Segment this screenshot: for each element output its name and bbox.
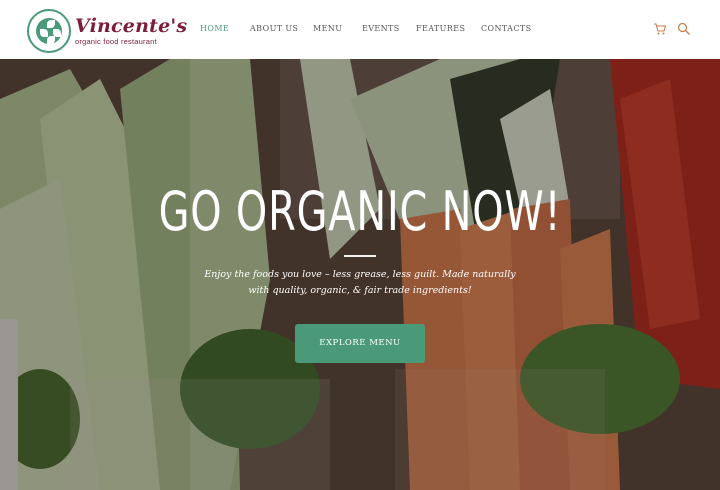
nav-menu[interactable]: MENU [313, 24, 342, 33]
logo-seal-icon [27, 9, 71, 53]
site-header: Vincente's organic food restaurant HOME … [0, 0, 720, 59]
hero-description-line-1: Enjoy the foods you love – less grease, … [204, 269, 516, 280]
nav-contacts[interactable]: CONTACTS [481, 24, 532, 33]
search-icon[interactable] [677, 22, 691, 36]
hero-title: GO ORGANIC NOW! [158, 180, 562, 243]
nav-events[interactable]: EVENTS [362, 24, 400, 33]
nav-about-us[interactable]: ABOUT US [250, 24, 298, 33]
hero-description: Enjoy the foods you love – less grease, … [160, 267, 560, 299]
brand-tagline: organic food restaurant [75, 36, 157, 46]
cart-icon[interactable] [653, 22, 667, 36]
brand-name: Vincente's [75, 14, 188, 37]
hero-section: GO ORGANIC NOW! Enjoy the foods you love… [0, 59, 720, 490]
nav-features[interactable]: FEATURES [416, 24, 465, 33]
nav-home[interactable]: HOME [200, 24, 229, 33]
logo[interactable]: Vincente's organic food restaurant [27, 9, 187, 53]
title-divider [344, 255, 376, 257]
hero-description-line-2: with quality, organic, & fair trade ingr… [248, 285, 472, 296]
explore-menu-button[interactable]: EXPLORE MENU [295, 324, 425, 363]
